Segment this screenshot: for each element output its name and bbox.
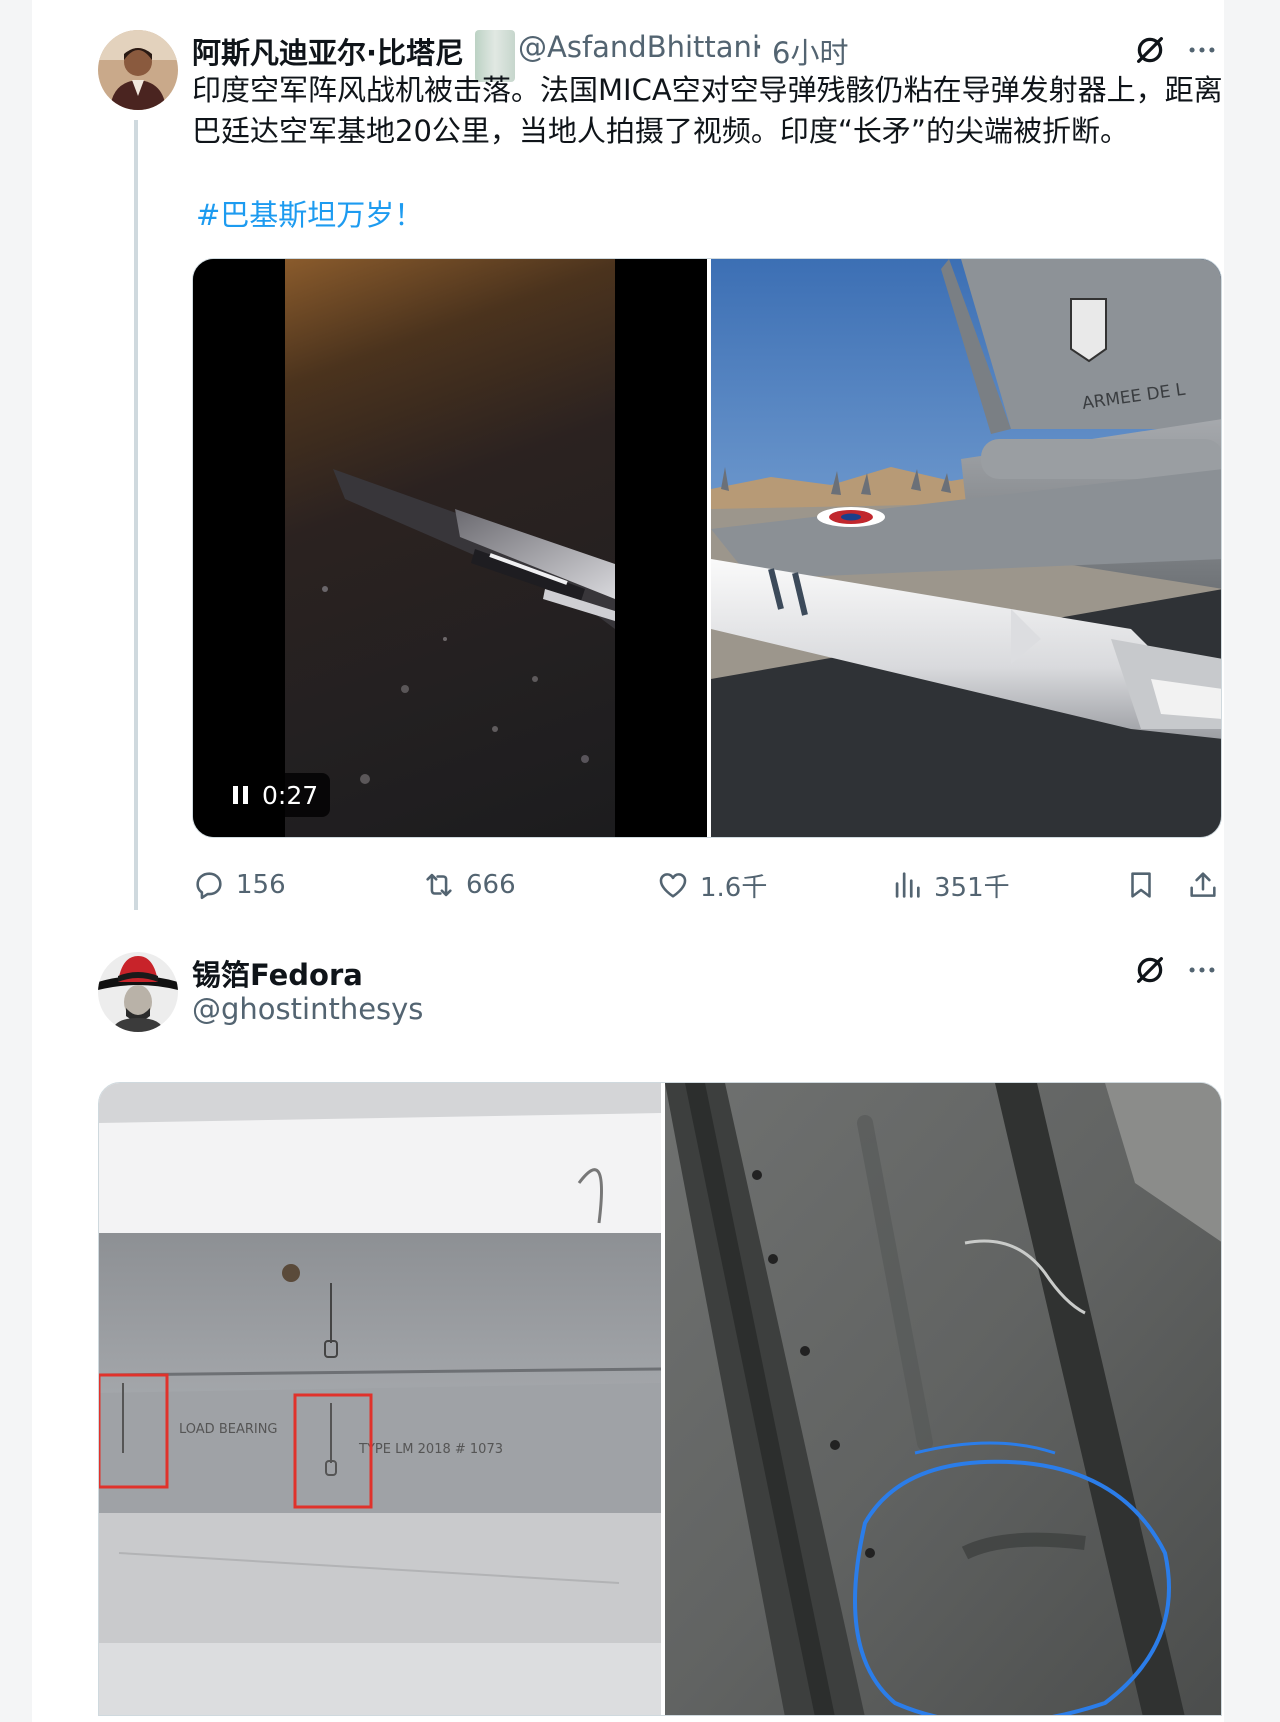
pause-icon[interactable]: [233, 786, 248, 804]
share-action[interactable]: [1186, 865, 1220, 905]
thread-line: [134, 120, 138, 910]
views-bars-icon: [895, 872, 920, 898]
author-handle[interactable]: @ghostinthesys: [192, 992, 423, 1026]
media-gallery: 0:27 ARMEE DE L: [192, 258, 1222, 838]
timeline: 阿斯凡迪亚尔·比塔尼 @AsfandBhittani · 6小时 印度空军阵风战…: [32, 0, 1224, 1722]
photo-launcher-rail[interactable]: LOAD BEARING TYPE LM 2018 # 1073: [99, 1083, 661, 1715]
video-player[interactable]: 0:27: [193, 259, 707, 837]
heart-icon: [659, 873, 687, 898]
grok-slash-icon[interactable]: [1128, 948, 1172, 992]
author-handle[interactable]: @AsfandBhittani: [518, 30, 760, 64]
reply-action[interactable]: 156: [192, 865, 286, 905]
tweet-time[interactable]: 6小时: [772, 30, 848, 72]
reply-bubble-icon: [196, 872, 222, 900]
avatar[interactable]: [98, 952, 178, 1032]
repost-count: 666: [466, 870, 516, 900]
like-action[interactable]: 1.6千: [656, 865, 767, 905]
photo-rafale-mica[interactable]: ARMEE DE L: [711, 259, 1221, 837]
repost-action[interactable]: 666: [422, 865, 516, 905]
tweet-text: 印度空军阵风战机被击落。法国MICA空对空导弹残骸仍粘在导弹发射器上，距离巴廷达…: [192, 73, 1223, 148]
like-count: 1.6千: [700, 872, 768, 903]
rail-label-2: TYPE LM 2018 # 1073: [358, 1442, 503, 1457]
media-gallery: LOAD BEARING TYPE LM 2018 # 1073: [98, 1082, 1222, 1716]
hashtag-link[interactable]: #巴基斯坦万岁！: [196, 192, 423, 234]
video-frame: [285, 259, 615, 837]
reply-count: 156: [236, 870, 286, 900]
more-dots-icon[interactable]: [1180, 28, 1224, 72]
more-dots-icon[interactable]: [1180, 948, 1224, 992]
rail-label-1: LOAD BEARING: [179, 1422, 278, 1437]
views-count: 351千: [934, 872, 1010, 903]
meta-separator: ·: [754, 30, 764, 64]
share-upload-icon: [1190, 872, 1216, 897]
views-action[interactable]: 351千: [890, 865, 1010, 905]
video-duration: 0:27: [262, 780, 319, 810]
video-controls[interactable]: 0:27: [223, 773, 331, 817]
photo-wreckage[interactable]: [665, 1083, 1221, 1715]
author-name[interactable]: 锡箔Fedora: [192, 952, 363, 994]
bookmark-icon: [1131, 872, 1151, 898]
avatar[interactable]: [98, 30, 178, 110]
author-name[interactable]: 阿斯凡迪亚尔·比塔尼: [192, 30, 464, 72]
bookmark-action[interactable]: [1124, 865, 1158, 905]
grok-slash-icon[interactable]: [1128, 28, 1172, 72]
repost-icon: [426, 873, 452, 897]
